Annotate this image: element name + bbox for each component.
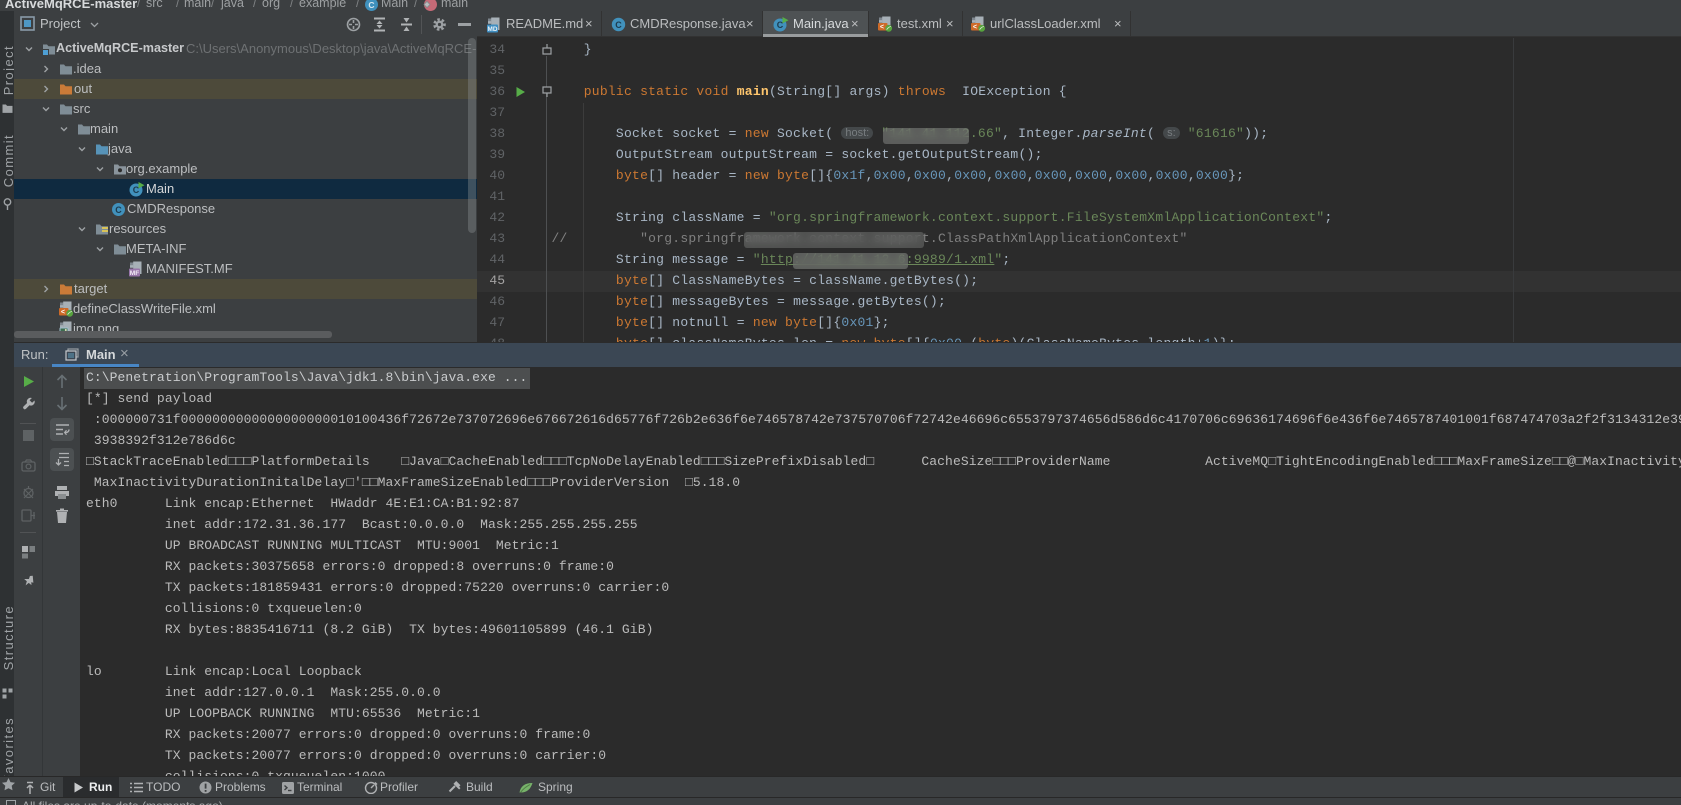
svg-text:C: C — [615, 20, 622, 30]
svg-text:MD: MD — [488, 26, 498, 33]
svg-text:<: < — [973, 24, 977, 32]
svg-text:<: < — [61, 309, 65, 317]
svg-text:<: < — [880, 24, 884, 32]
svg-text:C: C — [115, 205, 122, 215]
svg-text:MF: MF — [130, 270, 140, 277]
svg-text:C: C — [368, 0, 374, 10]
